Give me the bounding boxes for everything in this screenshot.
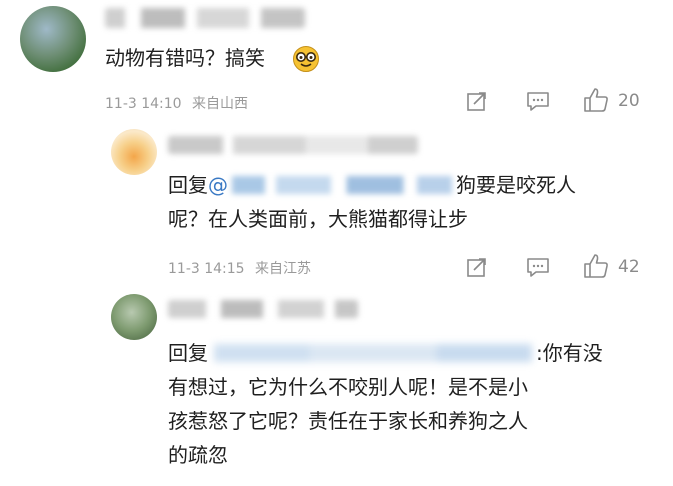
share-icon[interactable] [466, 90, 488, 112]
like-count: 42 [618, 257, 640, 277]
thumbs-up-icon[interactable] [582, 86, 610, 114]
share-icon[interactable] [466, 256, 488, 278]
like-count: 20 [618, 91, 640, 111]
comment-body: 动物有错吗？搞笑 [105, 46, 265, 70]
reply-body-tail: 狗要是咬死人 [456, 173, 576, 197]
comment-icon[interactable] [526, 90, 550, 112]
mention-link[interactable]: @ [208, 173, 228, 197]
comment-text: 动物有错吗？搞笑 [105, 43, 265, 73]
reply-prefix: 回复 [168, 173, 208, 197]
thumbs-up-icon[interactable] [582, 252, 610, 280]
avatar[interactable] [111, 294, 157, 340]
comment-meta: 11-3 14:15 来自江苏 [168, 258, 311, 278]
location: 来自江苏 [255, 261, 312, 277]
reply-text-line1: 回复@ 狗要是咬死人 [168, 170, 576, 200]
reply-prefix: 回复 [168, 341, 208, 365]
timestamp: 11-3 14:10 [105, 96, 182, 112]
comment-icon[interactable] [526, 256, 550, 278]
reply-body-tail: :你有没 [536, 341, 603, 365]
reply-text-line2: 呢？在人类面前，大熊猫都得让步 [168, 207, 468, 231]
comment-meta: 11-3 14:10 来自山西 [105, 93, 248, 113]
username-blurred[interactable] [168, 300, 358, 318]
username-blurred[interactable] [105, 8, 305, 28]
avatar[interactable] [20, 6, 86, 72]
location: 来自山西 [192, 96, 249, 112]
reply-text-line2: 有想过，它为什么不咬别人呢！是不是小 [168, 375, 528, 399]
mention-blurred[interactable] [214, 344, 532, 362]
reply-text-line4: 的疏忽 [168, 443, 228, 467]
mention-blurred[interactable] [232, 176, 452, 194]
username-blurred[interactable] [168, 136, 418, 154]
timestamp: 11-3 14:15 [168, 261, 245, 277]
reply-text-line1: 回复 :你有没 [168, 338, 603, 368]
avatar[interactable] [111, 129, 157, 175]
smiling-face-with-glasses-icon [293, 46, 319, 72]
reply-text-line3: 孩惹怒了它呢？责任在于家长和养狗之人 [168, 409, 528, 433]
